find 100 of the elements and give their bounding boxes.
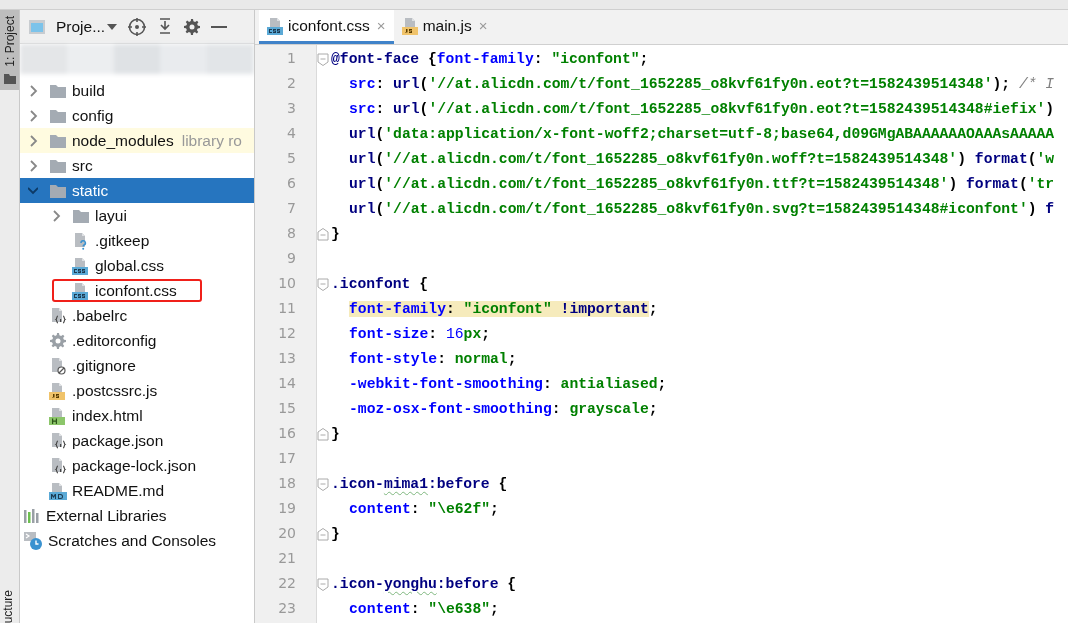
tree-row[interactable]: .gitignore bbox=[20, 353, 254, 378]
line-number: 3 bbox=[287, 99, 296, 118]
project-tool-button[interactable]: 1: Project bbox=[0, 10, 19, 90]
tree-row[interactable]: node_modules library ro bbox=[20, 128, 254, 153]
tree-row[interactable]: global.css bbox=[20, 253, 254, 278]
tree-row[interactable]: .postcssrc.js bbox=[20, 378, 254, 403]
code-line: url('//at.alicdn.com/t/font_1652285_o8kvf61fy0n.svg?t=1582439514348#iconfont') f bbox=[348, 199, 1055, 219]
css-file-icon bbox=[72, 256, 90, 275]
fold-marker-icon[interactable] bbox=[317, 228, 329, 241]
fold-marker-icon[interactable] bbox=[317, 278, 329, 291]
fold-marker-icon[interactable] bbox=[317, 528, 329, 541]
line-number: 10 bbox=[278, 274, 296, 293]
library-root-hint: library ro bbox=[181, 131, 242, 150]
line-number: 4 bbox=[287, 124, 296, 143]
code-line: content: "\e62f"; bbox=[348, 499, 499, 519]
structure-tool-button[interactable]: ucture bbox=[1, 589, 19, 623]
code-line: url('data:application/x-font-woff2;charset=utf-8;base64,d09GMgABAAAAAAOAAAsAAAAA bbox=[348, 124, 1055, 144]
tree-row[interactable]: src bbox=[20, 153, 254, 178]
line-number: 12 bbox=[278, 324, 296, 343]
tree-row[interactable]: static bbox=[20, 178, 254, 203]
tree-row[interactable]: build bbox=[20, 78, 254, 103]
tree-row[interactable]: package-lock.json bbox=[20, 453, 254, 478]
line-number: 19 bbox=[278, 499, 296, 518]
caret-icon bbox=[107, 23, 118, 30]
line-number: 18 bbox=[278, 474, 296, 493]
tree-row[interactable]: config bbox=[20, 103, 254, 128]
editor-tab[interactable]: iconfont.css × bbox=[259, 10, 394, 44]
markdown-file-icon bbox=[49, 481, 67, 500]
line-number: 9 bbox=[287, 249, 296, 268]
code-line: font-family: "iconfont" !important; bbox=[348, 299, 658, 319]
line-number: 7 bbox=[287, 199, 296, 218]
line-number: 20 bbox=[278, 524, 296, 543]
fold-marker-icon[interactable] bbox=[317, 578, 329, 591]
line-number: 14 bbox=[278, 374, 296, 393]
tree-row[interactable]: package.json bbox=[20, 428, 254, 453]
tree-row[interactable]: .editorconfig bbox=[20, 328, 254, 353]
view-selector[interactable]: Proje... bbox=[56, 17, 118, 36]
folder-icon bbox=[49, 132, 67, 149]
line-number: 22 bbox=[278, 574, 296, 593]
tree-row[interactable]: .babelrc bbox=[20, 303, 254, 328]
fold-marker-icon[interactable] bbox=[317, 478, 329, 491]
code-line: url('//at.alicdn.com/t/font_1652285_o8kvf61fy0n.ttf?t=1582439514348') format('tr bbox=[348, 174, 1055, 194]
line-number: 16 bbox=[278, 424, 296, 443]
tree-row[interactable]: External Libraries bbox=[20, 503, 254, 528]
fold-marker-icon[interactable] bbox=[317, 53, 329, 66]
css-file-icon bbox=[72, 281, 90, 300]
braces-file-icon bbox=[49, 306, 67, 325]
code-line: -webkit-font-smoothing: antialiased; bbox=[348, 374, 667, 394]
tree-row[interactable]: iconfont.css bbox=[20, 278, 254, 303]
tree-row[interactable]: Scratches and Consoles bbox=[20, 528, 254, 553]
line-number: 2 bbox=[287, 74, 296, 93]
braces-file-icon bbox=[49, 431, 67, 450]
scratch-clock-icon bbox=[23, 530, 43, 551]
line-number: 1 bbox=[287, 49, 296, 68]
gear-icon bbox=[49, 331, 67, 350]
code-line: url('//at.alicdn.com/t/font_1652285_o8kvf61fy0n.woff?t=1582439514348') format('w bbox=[348, 149, 1055, 169]
line-number: 15 bbox=[278, 399, 296, 418]
code-line: .icon-yonghu:before { bbox=[331, 574, 517, 594]
code-line: -moz-osx-font-smoothing: grayscale; bbox=[348, 399, 658, 419]
libraries-icon bbox=[23, 506, 41, 525]
line-number: 6 bbox=[287, 174, 296, 193]
code-line: } bbox=[331, 424, 340, 444]
code-line: .iconfont { bbox=[331, 274, 428, 294]
fold-marker-icon[interactable] bbox=[317, 428, 329, 441]
code-line: @font-face {font-family: "iconfont"; bbox=[331, 49, 649, 69]
line-number: 5 bbox=[287, 149, 296, 168]
folder-icon bbox=[49, 182, 67, 199]
folder-icon bbox=[4, 72, 16, 84]
settings-icon[interactable] bbox=[183, 17, 202, 36]
line-number: 11 bbox=[278, 299, 296, 318]
ignore-file-icon bbox=[49, 356, 67, 375]
css-file-icon bbox=[267, 16, 285, 35]
code-line: content: "\e638"; bbox=[348, 599, 499, 619]
tree-row[interactable]: index.html bbox=[20, 403, 254, 428]
code-line: src: url('//at.alicdn.com/t/font_1652285_o8kvf61fy0n.eot?t=1582439514348'); /* I bbox=[348, 74, 1055, 94]
project-view-icon bbox=[28, 18, 46, 35]
code-line: src: url('//at.alicdn.com/t/font_1652285_o8kvf61fy0n.eot?t=1582439514348#iefix') bbox=[348, 99, 1055, 119]
line-number: 17 bbox=[278, 449, 296, 468]
braces-file-icon bbox=[49, 456, 67, 475]
folder-icon bbox=[49, 107, 67, 124]
line-number: 13 bbox=[278, 349, 296, 368]
tree-row[interactable]: .gitkeep bbox=[20, 228, 254, 253]
code-line: } bbox=[331, 224, 340, 244]
js-file-icon bbox=[401, 16, 420, 35]
code-line: } bbox=[331, 524, 340, 544]
folder-icon bbox=[72, 207, 90, 224]
js-file-icon bbox=[49, 381, 67, 400]
line-number: 8 bbox=[287, 224, 296, 243]
editor-tab[interactable]: main.js × bbox=[393, 10, 496, 44]
code-line: font-size: 16px; bbox=[348, 324, 491, 344]
tree-row[interactable]: README.md bbox=[20, 478, 254, 503]
folder-icon bbox=[49, 82, 67, 99]
tree-row[interactable]: layui bbox=[20, 203, 254, 228]
line-number: 21 bbox=[278, 549, 296, 568]
locate-icon[interactable] bbox=[127, 16, 148, 37]
line-number: 23 bbox=[278, 599, 296, 618]
folder-icon bbox=[49, 157, 67, 174]
html-file-icon bbox=[49, 406, 67, 425]
code-line: font-style: normal; bbox=[348, 349, 517, 369]
code-line: .icon-mima1:before { bbox=[331, 474, 508, 494]
